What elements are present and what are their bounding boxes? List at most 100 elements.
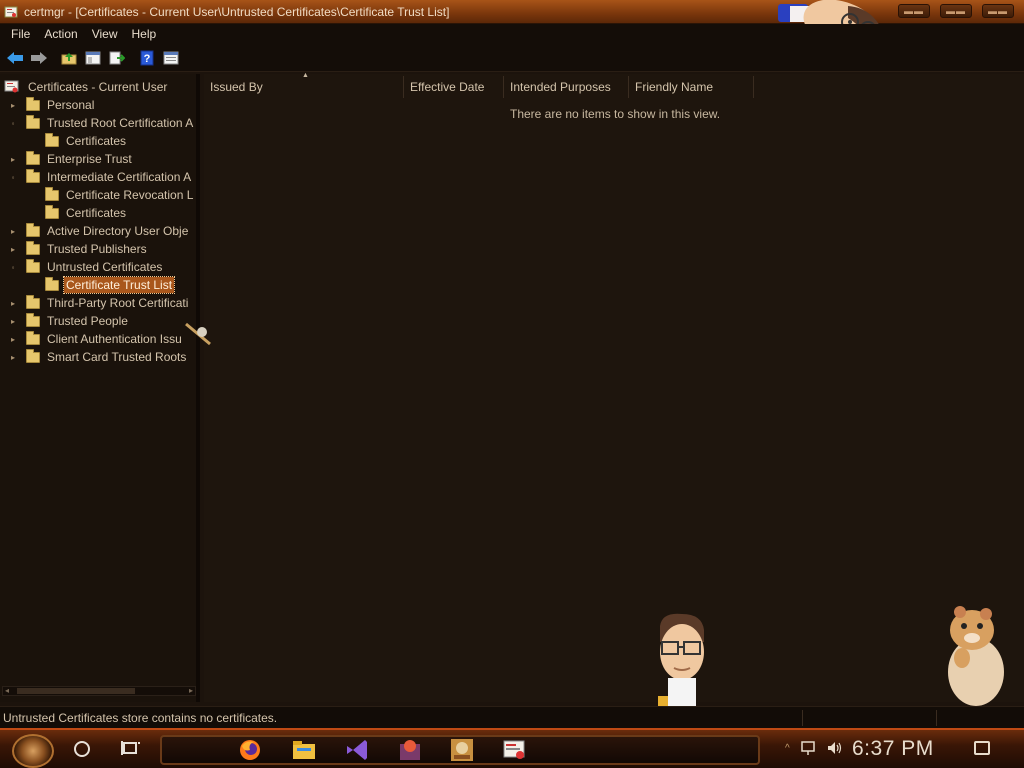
folder-icon [26,330,40,345]
back-icon [7,51,23,64]
tree-item[interactable]: Certificate Trust List [45,276,176,294]
empty-list-message: There are no items to show in this view. [510,107,721,121]
tree-item[interactable]: Certificates [45,204,128,222]
folder-icon [26,168,40,183]
visual-studio-icon[interactable] [345,738,369,762]
result-list[interactable]: Issued By ▲ Effective Date Intended Purp… [204,72,1024,726]
forward-button[interactable] [28,47,50,69]
back-button[interactable] [4,47,26,69]
tree-item[interactable]: ▸ Smart Card Trusted Roots [8,348,188,366]
app-icon[interactable] [398,738,422,762]
forward-icon [31,51,47,64]
close-button[interactable]: ▬▬ [982,4,1014,18]
folder-icon [26,294,40,309]
tree-item[interactable]: ▸ Trusted People [8,312,130,330]
collapsed-arrow-icon[interactable]: ▸ [8,352,18,362]
export-list-icon [109,51,125,64]
tree-item[interactable]: Certificate Revocation L [45,186,195,204]
show-hide-tree-button[interactable] [82,47,104,69]
collapsed-arrow-icon[interactable]: ▸ [8,334,18,344]
sort-arrow-icon: ▲ [302,72,309,79]
network-icon[interactable] [800,740,816,756]
tree-item-label: Trusted People [47,314,128,328]
tree-item[interactable]: Certificates [45,132,128,150]
mouse-cursor-icon [185,322,211,346]
scroll-right-icon[interactable]: ▸ [189,686,193,695]
file-explorer-icon[interactable] [292,738,316,762]
hamster-decoration [948,606,1004,706]
tree-item-label: Certificate Trust List [62,276,176,294]
volume-icon[interactable] [826,740,842,756]
tree-item-label: Certificates [66,134,127,148]
column-intended-purposes[interactable]: Intended Purposes [504,76,629,98]
menu-bar: File Action View Help [0,24,1024,44]
tree-item[interactable]: ▸ Client Authentication Issu [8,330,184,348]
folder-icon [26,150,40,165]
scrollbar-thumb[interactable] [17,688,135,694]
tree-item[interactable]: ▸ Enterprise Trust [8,150,134,168]
toolbox-icon[interactable] [450,738,474,762]
menu-view[interactable]: View [85,27,125,41]
expanded-arrow-icon[interactable]: ◦ [8,262,18,272]
tree-item-label: Trusted Publishers [47,242,147,256]
tree-item[interactable]: ◦ Untrusted Certificates [8,258,164,276]
certificates-store-icon [4,80,19,93]
column-friendly-name[interactable]: Friendly Name [629,76,754,98]
tree-item[interactable]: ◦ Trusted Root Certification A [8,114,195,132]
toolbar: ? [0,44,1024,72]
list-header: Issued By ▲ Effective Date Intended Purp… [204,72,1024,98]
window-controls: ▬▬ ▬▬ ▬▬ [898,4,1014,18]
action-center-icon[interactable] [974,741,990,755]
tree-item-label: Enterprise Trust [47,152,132,166]
folder-icon [26,312,40,327]
tree-item[interactable]: ▸ Active Directory User Obje [8,222,190,240]
folder-icon [26,258,40,273]
folder-icon [45,132,59,147]
task-view-icon[interactable] [121,740,141,758]
menu-file[interactable]: File [4,27,37,41]
search-icon[interactable] [74,741,90,757]
scroll-left-icon[interactable]: ◂ [5,686,9,695]
maximize-button[interactable]: ▬▬ [940,4,972,18]
column-issued-by[interactable]: Issued By ▲ [204,72,404,98]
up-folder-icon [61,52,77,64]
collapsed-arrow-icon[interactable]: ▸ [8,154,18,164]
menu-action[interactable]: Action [37,27,84,41]
collapsed-arrow-icon[interactable]: ▸ [8,100,18,110]
expanded-arrow-icon[interactable]: ◦ [8,118,18,128]
tree-item-label: Intermediate Certification A [47,170,192,184]
collapsed-arrow-icon[interactable]: ▸ [8,316,18,326]
menu-help[interactable]: Help [125,27,164,41]
start-button[interactable] [12,734,54,768]
collapsed-arrow-icon[interactable]: ▸ [8,244,18,254]
expanded-arrow-icon[interactable]: ◦ [8,172,18,182]
console-tree[interactable]: Certificates - Current User ▸ Personal ◦ Tr… [0,74,200,702]
status-bar: Untrusted Certificates store contains no… [0,706,1024,728]
folder-icon [45,204,59,219]
help-button[interactable]: ? [136,47,158,69]
tree-item-label: Third-Party Root Certificati [47,296,189,310]
folder-icon [26,240,40,255]
tree-horizontal-scrollbar[interactable]: ◂ ▸ [2,686,196,696]
show-hidden-icons-icon[interactable]: ^ [785,743,790,756]
show-hide-tree-icon [85,51,101,64]
tree-item[interactable]: ◦ Intermediate Certification A [8,168,193,186]
tree-item[interactable]: ▸ Personal [8,96,96,114]
tree-item[interactable]: ▸ Third-Party Root Certificati [8,294,190,312]
column-effective-date[interactable]: Effective Date [404,76,504,98]
collapsed-arrow-icon[interactable]: ▸ [8,298,18,308]
certmgr-icon[interactable] [502,738,526,762]
collapsed-arrow-icon[interactable]: ▸ [8,226,18,236]
properties-button[interactable] [160,47,182,69]
tree-item-label: Trusted Root Certification A [47,116,194,130]
taskbar-clock[interactable]: 6:37 PM [852,737,934,761]
minimize-button[interactable]: ▬▬ [898,4,930,18]
svg-text:?: ? [144,53,151,65]
firefox-icon[interactable] [238,738,262,762]
tree-root[interactable]: Certificates - Current User [4,78,169,96]
export-list-button[interactable] [106,47,128,69]
tree-item-label: Active Directory User Obje [47,224,189,238]
up-folder-button[interactable] [58,47,80,69]
tree-item[interactable]: ▸ Trusted Publishers [8,240,149,258]
tree-item-label: Certificates [66,206,127,220]
